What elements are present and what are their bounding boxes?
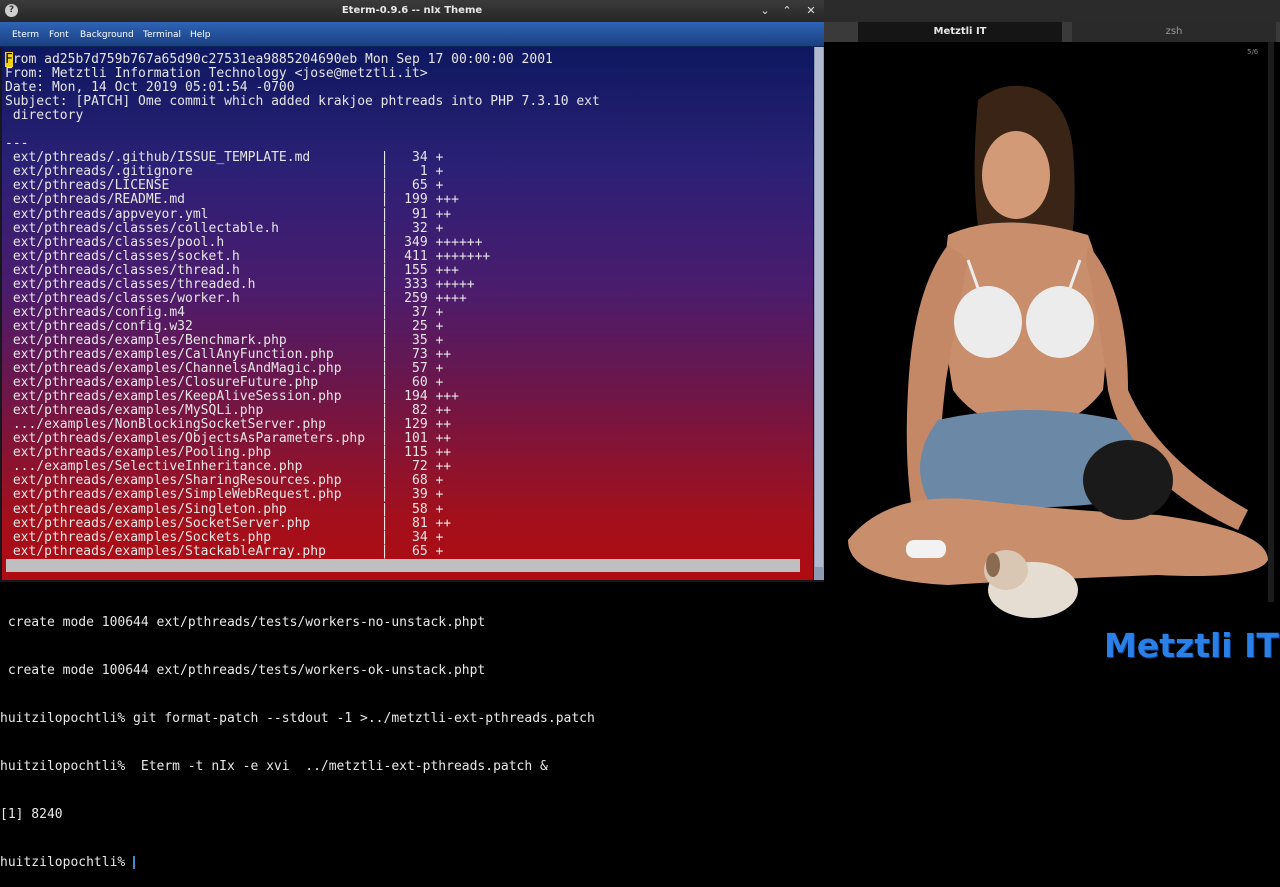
scroll-indicator: 5/6 (1247, 48, 1259, 56)
maximize-button[interactable]: ⌃ (779, 3, 795, 19)
terminal-line: ext/pthreads/.gitignore | 1 + (5, 164, 444, 180)
eterm-menubar: Eterm Font Background Terminal Help (0, 22, 824, 47)
menu-terminal[interactable]: Terminal (143, 22, 181, 48)
minimize-button[interactable]: ⌄ (757, 3, 773, 19)
terminal-line: ext/pthreads/classes/collectable.h | 32 … (5, 220, 444, 236)
terminal-cursor: F (5, 52, 13, 67)
terminal-line: ext/pthreads/classes/socket.h | 411 ++++… (5, 248, 491, 264)
terminal-line: ext/pthreads/README.md | 199 +++ (5, 192, 459, 208)
terminal-line: ext/pthreads/classes/worker.h | 259 ++++ (5, 290, 467, 306)
patch-text: From ad25b7d759b767a65d90c27531ea9885204… (5, 52, 600, 559)
scrollbar-thumb[interactable] (815, 47, 823, 567)
terminal-line: ext/pthreads/.github/ISSUE_TEMPLATE.md |… (5, 150, 444, 166)
terminal-line: ext/pthreads/config.w32 | 25 + (5, 318, 444, 334)
terminal-line: ext/pthreads/config.m4 | 37 + (5, 304, 444, 320)
menu-help[interactable]: Help (190, 22, 211, 48)
text-cursor (133, 856, 136, 869)
terminal-line: .../examples/NonBlockingSocketServer.php… (5, 417, 452, 433)
tab-metztli-it[interactable]: Metztli IT (858, 22, 1062, 42)
terminal-line: directory (5, 108, 84, 124)
terminal-line: ext/pthreads/LICENSE | 65 + (5, 178, 444, 194)
terminal-line: ext/pthreads/examples/SharingResources.p… (5, 473, 444, 489)
terminal-line: Date: Mon, 14 Oct 2019 05:01:54 -0700 (5, 80, 295, 96)
terminal-line: ext/pthreads/examples/ChannelsAndMagic.p… (5, 361, 444, 377)
terminal-line: --- (5, 136, 29, 152)
zsh-prompt: huitzilopochtli% (0, 855, 134, 870)
terminal-line: From: Metztli Information Technology <jo… (5, 66, 428, 82)
menu-eterm[interactable]: Eterm (12, 22, 39, 48)
zsh-terminal-output[interactable]: create mode 100644 ext/pthreads/tests/wo… (0, 583, 820, 887)
terminal-line: ext/pthreads/examples/CallAnyFunction.ph… (5, 346, 452, 362)
close-button[interactable]: ✕ (803, 3, 819, 19)
eterm-window: ? Eterm-0.9.6 -- nIx Theme ⌄ ⌃ ✕ Eterm F… (0, 0, 824, 582)
zsh-line: [1] 8240 (0, 807, 63, 822)
terminal-line: ext/pthreads/examples/Singleton.php | 58… (5, 501, 444, 517)
terminal-line: ext/pthreads/examples/MySQLi.php | 82 ++ (5, 403, 452, 419)
window-title: Eterm-0.9.6 -- nIx Theme (341, 5, 483, 16)
zsh-line: huitzilopochtli% Eterm -t nIx -e xvi ../… (0, 759, 548, 774)
terminal-line: ext/pthreads/examples/KeepAliveSession.p… (5, 389, 459, 405)
terminal-line: ext/pthreads/examples/Sockets.php | 34 + (5, 529, 444, 545)
eterm-terminal-area[interactable]: From ad25b7d759b767a65d90c27531ea9885204… (2, 47, 813, 580)
terminal-tab-bar: Metztli IT zsh (824, 22, 1280, 42)
eterm-titlebar[interactable]: ? Eterm-0.9.6 -- nIx Theme ⌄ ⌃ ✕ (0, 0, 824, 22)
terminal-line: .../examples/SelectiveInheritance.php | … (5, 459, 452, 475)
terminal-line: ext/pthreads/examples/SocketServer.php |… (5, 515, 452, 531)
terminal-line: ext/pthreads/examples/StackableArray.php… (5, 543, 444, 559)
zsh-line: create mode 100644 ext/pthreads/tests/wo… (0, 615, 486, 630)
terminal-line-text: rom ad25b7d759b767a65d90c27531ea98852046… (12, 52, 553, 67)
horizontal-scrollbar[interactable] (6, 559, 800, 572)
terminal-line: ext/pthreads/appveyor.yml | 91 ++ (5, 206, 452, 222)
terminal-line: ext/pthreads/classes/pool.h | 349 ++++++ (5, 234, 483, 250)
terminal-line: ext/pthreads/examples/SimpleWebRequest.p… (5, 487, 444, 503)
terminal-line: Subject: [PATCH] Ome commit which added … (5, 94, 600, 110)
zsh-line: huitzilopochtli% git format-patch --stdo… (0, 711, 595, 726)
metztli-it-logo: Metztli IT (1104, 626, 1279, 665)
vertical-scrollbar[interactable] (814, 47, 824, 580)
tab-zsh[interactable]: zsh (1072, 22, 1276, 42)
terminal-line: ext/pthreads/classes/thread.h | 155 +++ (5, 262, 459, 278)
terminal-line: ext/pthreads/classes/threaded.h | 333 ++… (5, 276, 475, 292)
terminal-line: ext/pthreads/examples/Pooling.php | 115 … (5, 445, 452, 461)
terminal-line: From ad25b7d759b767a65d90c27531ea9885204… (5, 52, 600, 67)
terminal-line: ext/pthreads/examples/Benchmark.php | 35… (5, 332, 444, 348)
menu-background[interactable]: Background (80, 22, 134, 48)
terminal-line: ext/pthreads/examples/ClosureFuture.php … (5, 375, 444, 391)
terminal-line: ext/pthreads/examples/ObjectsAsParameter… (5, 431, 452, 447)
wallpaper-photo (848, 85, 1268, 618)
zsh-prompt-line[interactable]: huitzilopochtli% (0, 855, 820, 871)
zsh-line: create mode 100644 ext/pthreads/tests/wo… (0, 663, 486, 678)
menu-font[interactable]: Font (49, 22, 69, 48)
